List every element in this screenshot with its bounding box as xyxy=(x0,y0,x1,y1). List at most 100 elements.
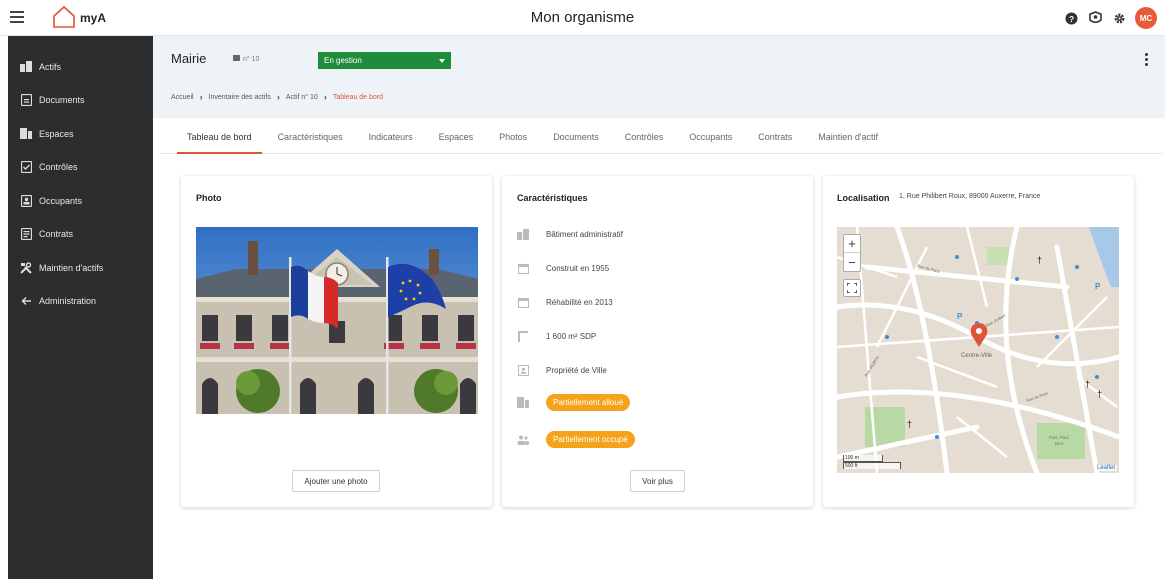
sidebar-item-label: Contrôles xyxy=(39,162,78,173)
tab-occupants[interactable]: Occupants xyxy=(689,132,732,153)
tools-icon xyxy=(19,261,33,275)
chevron-right-icon: › xyxy=(323,92,327,102)
building-icon xyxy=(517,228,529,240)
char-row-type: Bâtiment administratif xyxy=(517,228,623,240)
map-zoom-control: + − xyxy=(843,234,861,272)
people-icon xyxy=(517,434,529,446)
sidebar-item-label: Administration xyxy=(39,296,97,307)
page-title: Mairie xyxy=(171,51,207,66)
map[interactable]: Rue Joubert Rue d'Egleny Rue du Pont Rue… xyxy=(837,227,1119,473)
contract-icon xyxy=(19,227,33,241)
chevron-down-icon xyxy=(439,59,445,63)
occupant-icon xyxy=(19,194,33,208)
arrow-left-icon xyxy=(19,294,33,308)
fullscreen-icon[interactable] xyxy=(843,279,861,297)
svg-text:†: † xyxy=(907,419,912,429)
calendar-icon xyxy=(517,296,529,308)
svg-text:†: † xyxy=(1085,379,1090,389)
calendar-icon xyxy=(517,262,529,274)
zoom-in-icon[interactable]: + xyxy=(844,235,860,253)
help-icon[interactable]: ? xyxy=(1063,10,1079,26)
svg-text:†: † xyxy=(1037,255,1042,265)
char-row-allocation: Partiellement alloué xyxy=(517,394,631,411)
status-select[interactable]: En gestion xyxy=(318,52,451,69)
chevron-right-icon: › xyxy=(276,92,280,102)
breadcrumb-current: Tableau de bord xyxy=(332,93,384,101)
tab-documents[interactable]: Documents xyxy=(553,132,599,153)
sidebar-item-label: Documents xyxy=(39,95,85,106)
zoom-out-icon[interactable]: − xyxy=(844,253,860,271)
characteristics-card-title: Caractéristiques xyxy=(517,193,588,203)
breadcrumb-inventaire[interactable]: Inventaire des actifs xyxy=(209,94,271,101)
tab-controles[interactable]: Contrôles xyxy=(625,132,664,153)
sidebar-item-label: Actifs xyxy=(39,61,62,72)
char-row-label: Construit en 1955 xyxy=(546,263,610,273)
tab-bar: Tableau de bord Caractéristiques Indicat… xyxy=(161,124,1163,154)
sidebar-item-maintien[interactable]: Maintien d'actifs xyxy=(8,251,153,285)
svg-text:Parc Paul: Parc Paul xyxy=(1049,435,1069,440)
char-row-occupation: Partiellement occupé xyxy=(517,431,635,448)
map-scale-feet: 500 ft xyxy=(843,462,901,469)
main-content: Mairie n° 10 En gestion Accueil › Invent… xyxy=(153,36,1165,579)
see-more-button[interactable]: Voir plus xyxy=(630,470,685,492)
map-attribution-link[interactable]: Leaflet xyxy=(1094,465,1117,471)
avatar[interactable]: MC xyxy=(1135,7,1157,29)
spaces-icon xyxy=(517,397,529,409)
breadcrumb-accueil[interactable]: Accueil xyxy=(171,94,194,101)
add-photo-button[interactable]: Ajouter une photo xyxy=(292,470,380,492)
sidebar-item-actifs[interactable]: Actifs xyxy=(8,50,153,84)
svg-text:P: P xyxy=(957,312,963,321)
breadcrumb-actif[interactable]: Actif n° 10 xyxy=(286,94,318,101)
location-card-title: Localisation xyxy=(837,193,890,203)
top-bar: myA Mon organisme ? MC xyxy=(0,0,1165,36)
tab-tableau-de-bord[interactable]: Tableau de bord xyxy=(177,132,262,154)
spaces-icon xyxy=(19,127,33,141)
char-row-rehab: Réhabilité en 2013 xyxy=(517,296,613,308)
checklist-icon xyxy=(19,160,33,174)
tab-caracteristiques[interactable]: Caractéristiques xyxy=(278,132,343,153)
char-row-built: Construit en 1955 xyxy=(517,262,609,274)
settings-icon[interactable] xyxy=(1111,10,1127,26)
document-icon xyxy=(19,93,33,107)
building-photo xyxy=(196,227,478,414)
location-address: 1, Rue Philibert Roux, 89000 Auxerre, Fr… xyxy=(899,193,1041,200)
characteristics-card: Caractéristiques Bâtiment administratif … xyxy=(502,176,813,507)
tab-espaces[interactable]: Espaces xyxy=(439,132,474,153)
tab-indicateurs[interactable]: Indicateurs xyxy=(369,132,413,153)
char-row-area: 1 600 m² SDP xyxy=(517,330,596,342)
sidebar-item-controles[interactable]: Contrôles xyxy=(8,151,153,185)
tab-contrats[interactable]: Contrats xyxy=(758,132,792,153)
status-value: En gestion xyxy=(324,56,362,65)
sidebar-item-occupants[interactable]: Occupants xyxy=(8,184,153,218)
owner-icon xyxy=(517,364,529,376)
svg-text:P: P xyxy=(1095,282,1101,291)
map-scale: 100 m 500 ft xyxy=(843,455,901,469)
org-title: Mon organisme xyxy=(530,9,635,26)
more-options-icon[interactable] xyxy=(1145,53,1149,68)
sidebar-item-documents[interactable]: Documents xyxy=(8,84,153,118)
area-icon xyxy=(517,330,529,342)
map-scale-meters: 100 m xyxy=(843,455,883,462)
sidebar-item-label: Maintien d'actifs xyxy=(39,262,104,273)
chevron-right-icon: › xyxy=(199,92,203,102)
char-row-label: 1 600 m² SDP xyxy=(546,331,597,341)
char-row-owner: Propriété de Ville xyxy=(517,364,607,376)
menu-icon[interactable] xyxy=(8,8,28,28)
photo-card: Photo Ajouter une photo xyxy=(181,176,492,507)
tab-maintien[interactable]: Maintien d'actif xyxy=(818,132,878,153)
sidebar-item-espaces[interactable]: Espaces xyxy=(8,117,153,151)
logo-house-icon[interactable] xyxy=(52,5,76,29)
breadcrumb: Accueil › Inventaire des actifs › Actif … xyxy=(171,92,383,102)
svg-text:?: ? xyxy=(1068,13,1073,23)
tab-photos[interactable]: Photos xyxy=(499,132,527,153)
sidebar-item-label: Contrats xyxy=(39,229,74,240)
sidebar: Actifs Documents Espaces Contrôles Occup… xyxy=(8,36,153,579)
user-icon[interactable] xyxy=(1087,10,1103,26)
brand-name[interactable]: myA xyxy=(80,11,106,25)
sidebar-item-administration[interactable]: Administration xyxy=(8,285,153,319)
asset-header: Mairie n° 10 En gestion Accueil › Invent… xyxy=(153,36,1165,118)
occupation-status-badge: Partiellement occupé xyxy=(546,431,635,448)
sidebar-item-contrats[interactable]: Contrats xyxy=(8,218,153,252)
asset-number: n° 10 xyxy=(233,55,259,63)
char-row-label: Propriété de Ville xyxy=(546,365,607,375)
